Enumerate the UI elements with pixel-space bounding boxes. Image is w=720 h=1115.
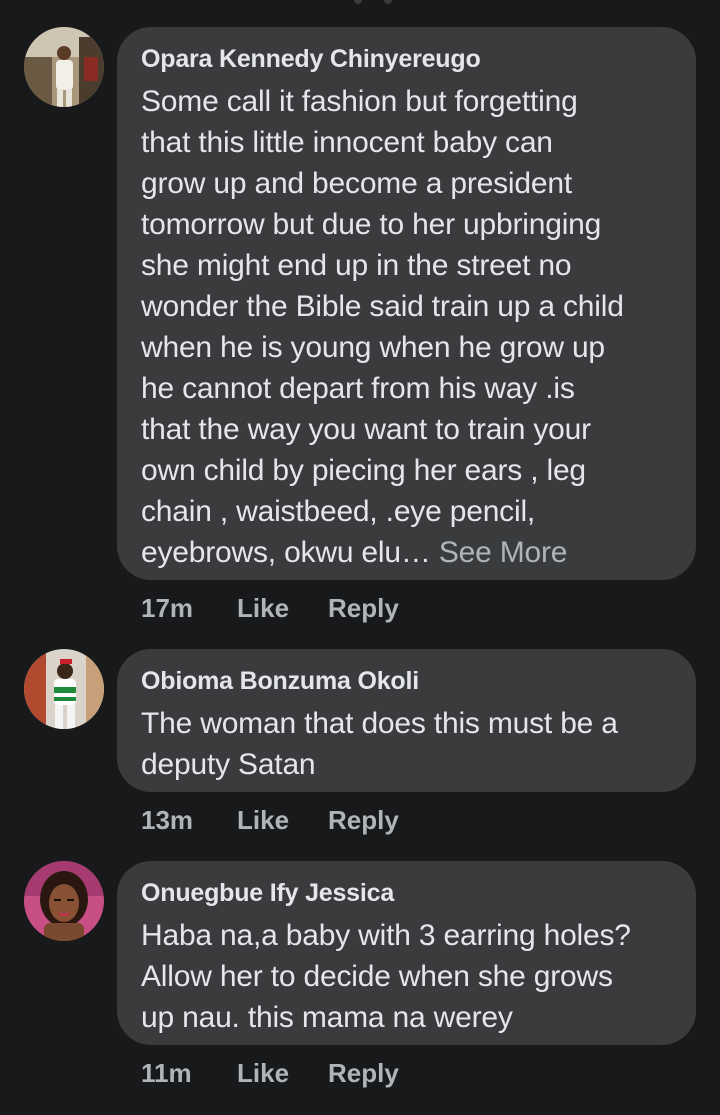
- user-photo-icon: [24, 27, 104, 107]
- next-comment-edge: [117, 1111, 337, 1115]
- comment-actions: 17m Like Reply: [141, 593, 399, 623]
- comment-text: Some call it fashion but forgetting that…: [141, 81, 670, 573]
- like-button[interactable]: Like: [237, 1058, 328, 1088]
- comment-time[interactable]: 17m: [141, 593, 237, 623]
- reply-button[interactable]: Reply: [328, 1058, 399, 1088]
- avatar[interactable]: [24, 27, 104, 107]
- comment-author[interactable]: Obioma Bonzuma Okoli: [141, 667, 670, 695]
- comment-time[interactable]: 11m: [141, 1058, 237, 1088]
- reply-button[interactable]: Reply: [328, 805, 399, 835]
- reaction-dot: [384, 0, 392, 4]
- like-button[interactable]: Like: [237, 593, 328, 623]
- reaction-dot: [354, 0, 362, 4]
- comment-actions: 13m Like Reply: [141, 805, 399, 835]
- comment-time[interactable]: 13m: [141, 805, 237, 835]
- comment-text: The woman that does this must be a deput…: [141, 707, 618, 781]
- comment-bubble: Opara Kennedy Chinyereugo Some call it f…: [117, 27, 696, 580]
- avatar[interactable]: [24, 649, 104, 729]
- comment-actions: 11m Like Reply: [141, 1058, 399, 1088]
- user-photo-icon: [24, 861, 104, 941]
- avatar[interactable]: [24, 861, 104, 941]
- comment-author[interactable]: Opara Kennedy Chinyereugo: [141, 45, 670, 73]
- previous-comment-edge: [0, 0, 720, 6]
- reply-button[interactable]: Reply: [328, 593, 399, 623]
- user-photo-icon: [24, 649, 104, 729]
- see-more-link[interactable]: See More: [439, 536, 568, 569]
- comment-body: Some call it fashion but forgetting that…: [141, 85, 624, 569]
- comment-bubble: Onuegbue Ify Jessica Haba na,a baby with…: [117, 861, 696, 1045]
- comment-text: Haba na,a baby with 3 earring holes? All…: [141, 919, 631, 1034]
- like-button[interactable]: Like: [237, 805, 328, 835]
- comment-bubble: Obioma Bonzuma Okoli The woman that does…: [117, 649, 696, 792]
- comment-author[interactable]: Onuegbue Ify Jessica: [141, 879, 670, 907]
